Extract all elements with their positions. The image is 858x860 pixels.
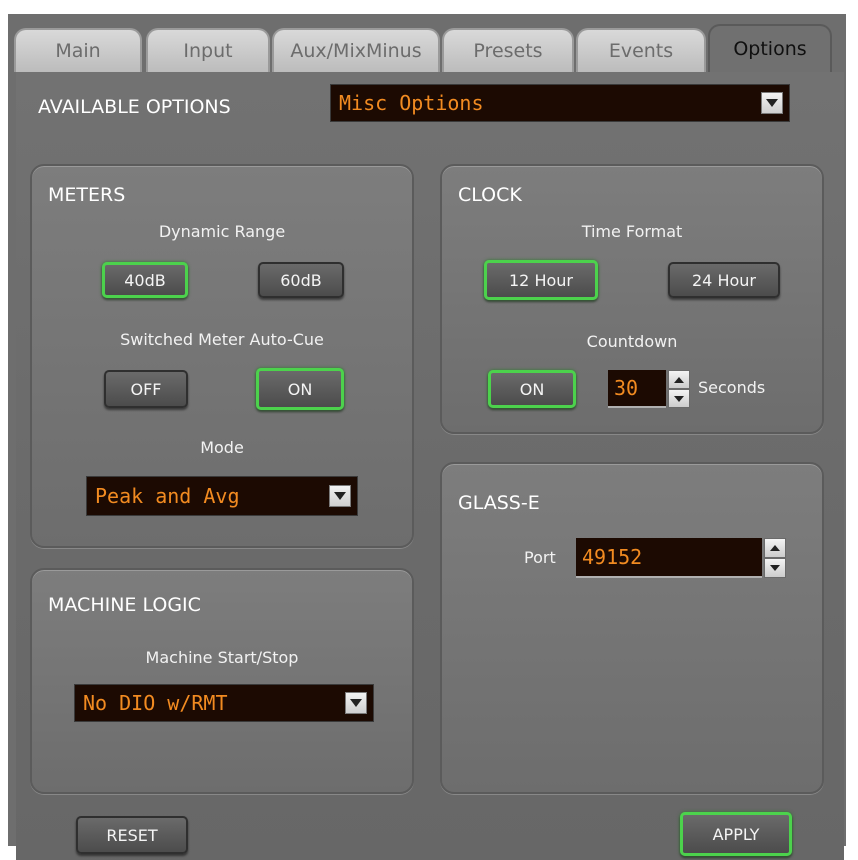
tab-input-label: Input: [183, 40, 233, 62]
countdown-on-button[interactable]: ON: [488, 370, 576, 408]
auto-cue-on-label: ON: [287, 379, 313, 399]
machine-logic-title: MACHINE LOGIC: [48, 594, 201, 616]
clock-panel: CLOCK Time Format 12 Hour 24 Hour Countd…: [440, 164, 824, 434]
time-format-label: Time Format: [581, 222, 683, 241]
port-label: Port: [524, 548, 556, 567]
machine-logic-panel: MACHINE LOGIC Machine Start/Stop No DIO …: [30, 568, 414, 794]
available-options-value: Misc Options: [339, 91, 484, 115]
reset-button[interactable]: RESET: [76, 816, 188, 854]
options-content: AVAILABLE OPTIONS Misc Options METERS Dy…: [16, 72, 844, 860]
stepper-down-icon[interactable]: [764, 558, 786, 578]
chevron-down-icon[interactable]: [761, 92, 783, 114]
countdown-label: Countdown: [586, 332, 678, 351]
seconds-label: Seconds: [698, 378, 766, 397]
machine-start-stop-value: No DIO w/RMT: [83, 691, 228, 715]
time-24h-button[interactable]: 24 Hour: [668, 262, 780, 298]
range-60db-button[interactable]: 60dB: [258, 262, 344, 298]
time-24h-label: 24 Hour: [692, 270, 756, 290]
tab-events[interactable]: Events: [576, 28, 706, 72]
auto-cue-on-button[interactable]: ON: [256, 368, 344, 410]
meters-panel: METERS Dynamic Range 40dB 60dB Switched …: [30, 164, 414, 548]
time-12h-button[interactable]: 12 Hour: [484, 260, 598, 300]
chevron-down-icon[interactable]: [345, 692, 367, 714]
auto-cue-off-button[interactable]: OFF: [104, 370, 188, 408]
tab-aux-mixminus-label: Aux/MixMinus: [290, 40, 422, 62]
port-stepper[interactable]: [764, 538, 786, 578]
stepper-down-icon[interactable]: [668, 389, 690, 408]
clock-title: CLOCK: [458, 184, 522, 206]
time-12h-label: 12 Hour: [509, 270, 573, 290]
glass-e-title: GLASS-E: [458, 492, 540, 514]
range-60db-label: 60dB: [280, 270, 322, 290]
countdown-stepper[interactable]: [668, 370, 690, 408]
range-40db-button[interactable]: 40dB: [102, 262, 188, 298]
tab-aux-mixminus[interactable]: Aux/MixMinus: [272, 28, 440, 72]
glass-e-panel: GLASS-E Port 49152: [440, 462, 824, 794]
meters-title: METERS: [48, 184, 126, 206]
machine-start-stop-dropdown[interactable]: No DIO w/RMT: [74, 684, 374, 722]
machine-start-stop-label: Machine Start/Stop: [145, 648, 299, 667]
countdown-on-label: ON: [519, 379, 545, 399]
port-value: 49152: [582, 545, 643, 569]
tab-main[interactable]: Main: [14, 28, 142, 72]
mode-dropdown[interactable]: Peak and Avg: [86, 476, 358, 516]
tab-presets[interactable]: Presets: [442, 28, 574, 72]
reset-label: RESET: [106, 825, 158, 845]
tab-presets-label: Presets: [473, 40, 543, 62]
apply-label: APPLY: [712, 824, 760, 844]
auto-cue-off-label: OFF: [130, 379, 162, 399]
tab-input[interactable]: Input: [146, 28, 270, 72]
mode-value: Peak and Avg: [95, 484, 240, 508]
options-window: Main Input Aux/MixMinus Presets Events O…: [8, 14, 846, 860]
chevron-down-icon[interactable]: [329, 485, 351, 507]
port-field[interactable]: 49152: [576, 538, 762, 578]
tab-main-label: Main: [55, 40, 101, 62]
range-40db-label: 40dB: [124, 270, 166, 290]
dynamic-range-label: Dynamic Range: [158, 222, 286, 241]
tab-options-label: Options: [733, 38, 807, 60]
stepper-up-icon[interactable]: [668, 370, 690, 389]
available-options-label: AVAILABLE OPTIONS: [38, 96, 231, 118]
apply-button[interactable]: APPLY: [680, 812, 792, 856]
tab-options[interactable]: Options: [708, 24, 832, 72]
auto-cue-label: Switched Meter Auto-Cue: [120, 330, 324, 349]
countdown-seconds-value: 30: [614, 376, 639, 400]
countdown-seconds-field[interactable]: 30: [608, 370, 666, 408]
available-options-dropdown[interactable]: Misc Options: [330, 84, 790, 122]
mode-label: Mode: [200, 438, 244, 457]
stepper-up-icon[interactable]: [764, 538, 786, 558]
tab-events-label: Events: [608, 40, 674, 62]
